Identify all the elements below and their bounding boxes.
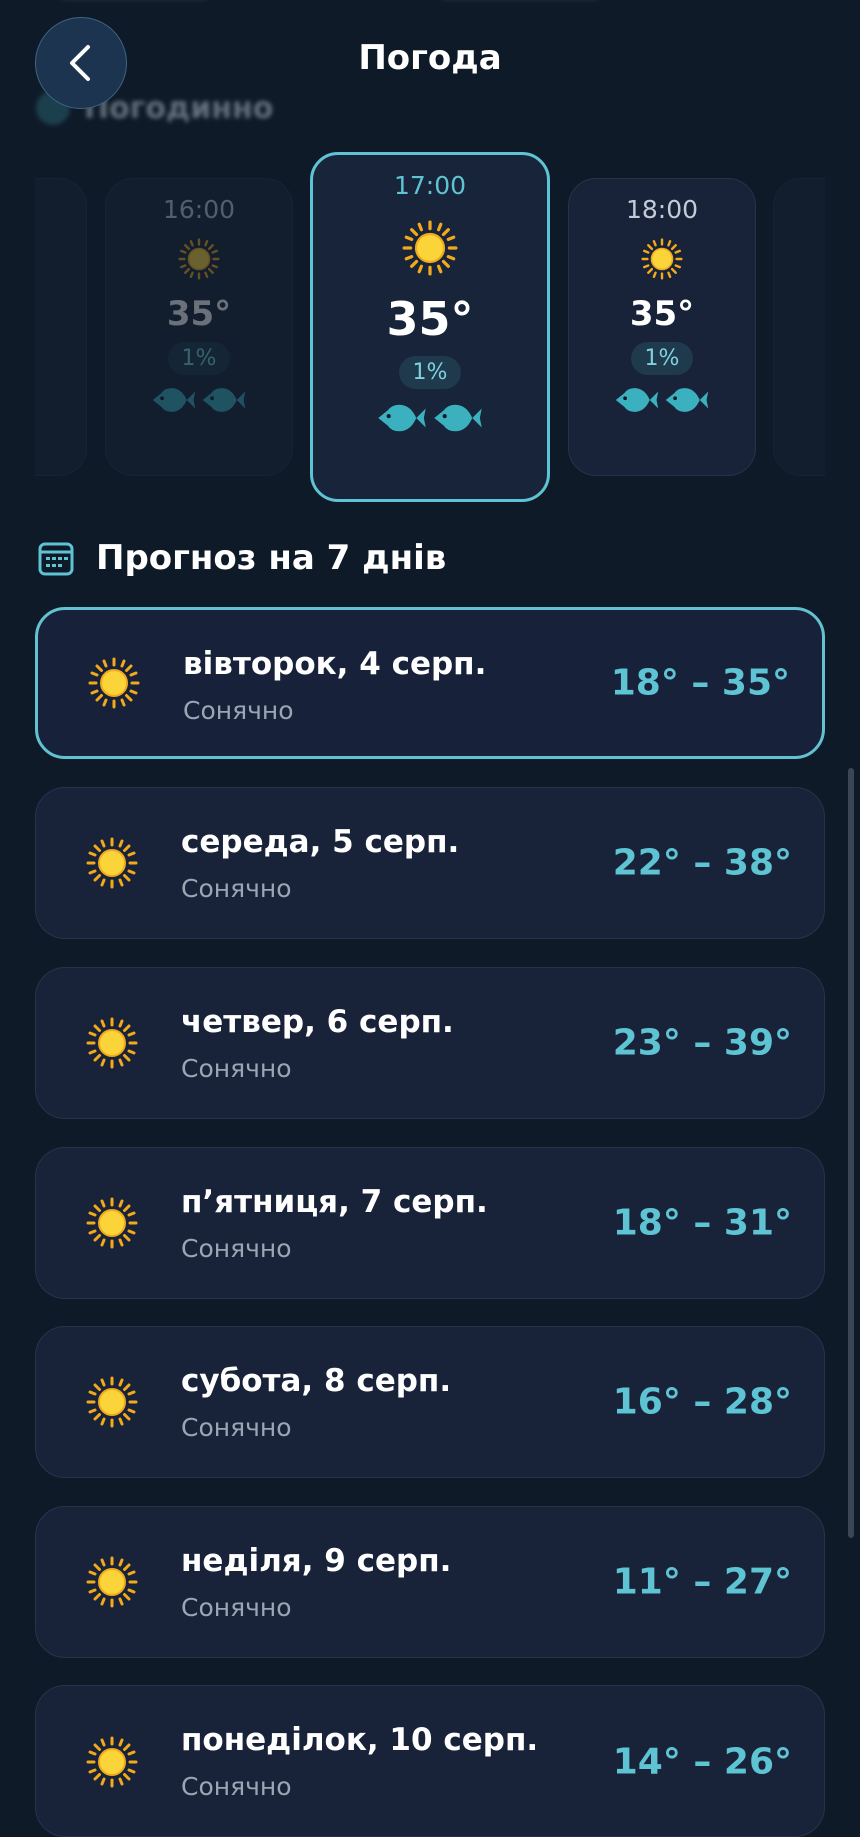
- sun-icon: [86, 1017, 138, 1069]
- sun-icon: [86, 1376, 138, 1428]
- temp-range: 23° – 39°: [612, 1022, 792, 1064]
- day-name: четвер, 6 серп.: [181, 1004, 454, 1040]
- sun-icon: [86, 1736, 138, 1788]
- hourly-card[interactable]: 16:00 35° 1%: [105, 178, 293, 476]
- forecast-day-row[interactable]: вівторок, 4 серп. Сонячно 18° – 35°: [35, 607, 825, 759]
- scrollbar[interactable]: [848, 768, 854, 1538]
- sun-icon: [88, 657, 140, 709]
- day-name: вівторок, 4 серп.: [183, 646, 487, 682]
- forecast-day-row[interactable]: середа, 5 серп. Сонячно 22° – 38°: [35, 787, 825, 939]
- page-title: Погода: [358, 38, 502, 78]
- sun-icon: [178, 238, 220, 280]
- day-name: середа, 5 серп.: [181, 824, 460, 860]
- hourly-temp: 35°: [386, 292, 474, 346]
- hourly-time: 17:00: [393, 171, 467, 200]
- temp-range: 18° – 31°: [612, 1202, 792, 1244]
- sun-icon: [86, 1197, 138, 1249]
- hourly-card[interactable]: 18:00 35° 1%: [568, 178, 756, 476]
- fish-icon: [615, 388, 659, 412]
- hourly-card-selected[interactable]: 17:00 35° 1%: [310, 152, 550, 502]
- hourly-card-previous[interactable]: [35, 178, 87, 476]
- temp-range: 11° – 27°: [612, 1561, 792, 1603]
- sun-icon: [402, 220, 458, 276]
- day-condition: Сонячно: [181, 874, 292, 903]
- hourly-temp: 35°: [629, 294, 695, 334]
- forecast-day-row[interactable]: п’ятниця, 7 серп. Сонячно 18° – 31°: [35, 1147, 825, 1299]
- hourly-forecast-strip[interactable]: 16:00 35° 1% 17:00 35° 1% 18:00 35° 1%: [35, 150, 825, 502]
- fish-icon: [152, 388, 196, 412]
- precip-badge: 1%: [167, 342, 231, 375]
- forecast-section-title: Прогноз на 7 днів: [96, 538, 447, 578]
- hourly-time: 18:00: [625, 195, 699, 224]
- forecast-day-row[interactable]: неділя, 9 серп. Сонячно 11° – 27°: [35, 1506, 825, 1658]
- fish-icon: [434, 404, 482, 432]
- temp-range: 22° – 38°: [612, 842, 792, 884]
- day-name: неділя, 9 серп.: [181, 1543, 452, 1579]
- fish-icon: [378, 404, 426, 432]
- day-name: субота, 8 серп.: [181, 1363, 452, 1399]
- day-condition: Сонячно: [181, 1234, 292, 1263]
- sun-icon: [86, 1556, 138, 1608]
- scrolled-content-ghost: [60, 0, 820, 12]
- sun-icon: [641, 238, 683, 280]
- temp-range: 16° – 28°: [612, 1381, 792, 1423]
- hourly-time: 16:00: [162, 195, 236, 224]
- forecast-day-row[interactable]: четвер, 6 серп. Сонячно 23° – 39°: [35, 967, 825, 1119]
- hourly-card-next[interactable]: [773, 178, 825, 476]
- fish-icon: [665, 388, 709, 412]
- forecast-day-row[interactable]: субота, 8 серп. Сонячно 16° – 28°: [35, 1326, 825, 1478]
- temp-range: 14° – 26°: [612, 1741, 792, 1783]
- temp-range: 18° – 35°: [610, 662, 790, 704]
- fish-icon: [202, 388, 246, 412]
- day-condition: Сонячно: [181, 1772, 292, 1801]
- sun-icon: [86, 837, 138, 889]
- precip-badge: 1%: [398, 356, 462, 389]
- hourly-temp: 35°: [166, 294, 232, 334]
- calendar-icon: [38, 542, 74, 576]
- forecast-day-row[interactable]: понеділок, 10 серп. Сонячно 14° – 26°: [35, 1685, 825, 1837]
- day-condition: Сонячно: [181, 1593, 292, 1622]
- day-condition: Сонячно: [181, 1054, 292, 1083]
- day-condition: Сонячно: [183, 696, 294, 725]
- precip-badge: 1%: [630, 342, 694, 375]
- day-condition: Сонячно: [181, 1413, 292, 1442]
- day-name: п’ятниця, 7 серп.: [181, 1184, 488, 1220]
